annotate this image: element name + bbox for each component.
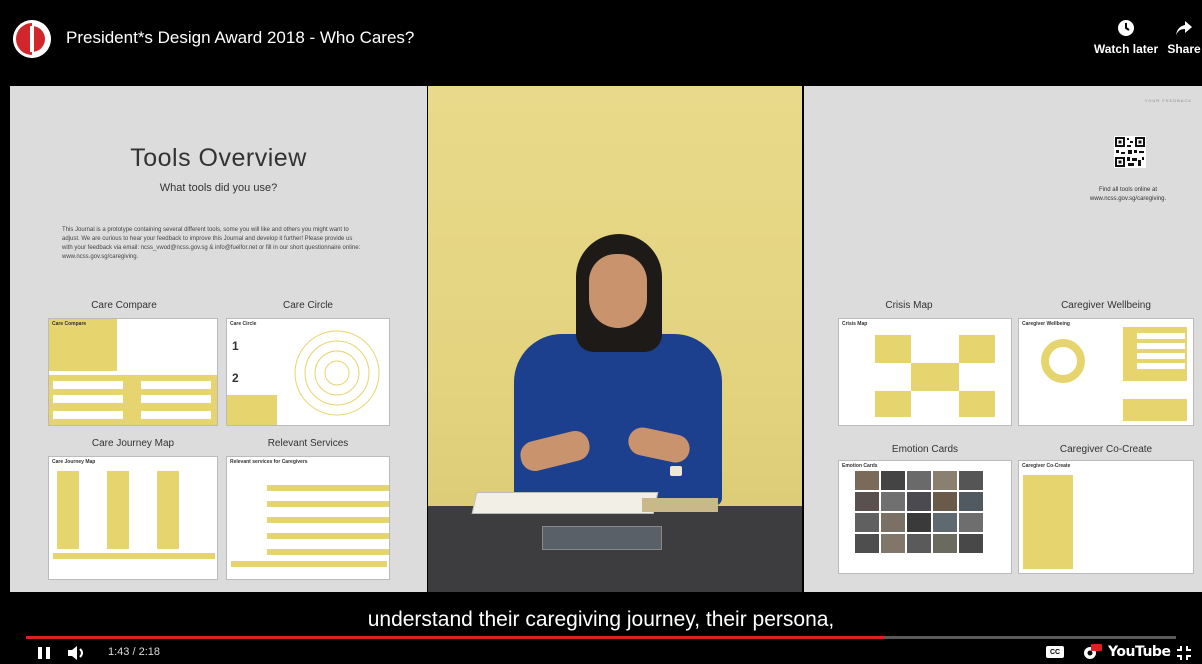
card-title: Caregiver Wellbeing (1022, 321, 1070, 327)
section-label: Care Journey Map (91, 438, 175, 449)
qr-code-icon (1114, 136, 1146, 168)
section-label: Care Compare (91, 300, 157, 311)
progress-bar[interactable] (26, 636, 1176, 639)
presenter-body (514, 334, 722, 506)
care-circle-card: Care Circle 1 2 (226, 318, 390, 426)
wellbeing-ring (1041, 339, 1085, 383)
section-label: Crisis Map (885, 300, 933, 311)
card-title: Care Compare (52, 321, 87, 327)
youtube-logo[interactable]: YouTube (1108, 644, 1171, 660)
presenter-face (589, 254, 647, 328)
caregiver-co-create-card: Caregiver Co-Create (1018, 460, 1194, 574)
section-label: Care Circle (282, 300, 333, 311)
care-journey-map-card: Care Journey Map (48, 456, 218, 580)
tools-right-slide: YOUR FEEDBACK Find all tools online at w… (804, 86, 1202, 592)
caregiver-wellbeing-card: Caregiver Wellbeing (1018, 318, 1194, 426)
video-frame[interactable]: Tools Overview What tools did you use? T… (0, 86, 1202, 592)
time-display: 1:43 / 2:18 (108, 646, 160, 658)
tools-overview-slide: Tools Overview What tools did you use? T… (10, 86, 427, 592)
channel-logo-icon[interactable] (13, 20, 51, 58)
video-title[interactable]: President*s Design Award 2018 - Who Care… (66, 28, 414, 48)
emotion-cards-card: Emotion Cards (838, 460, 1012, 574)
crisis-map-card: Crisis Map (838, 318, 1012, 426)
player-controls: 1:43 / 2:18 CC YouTube (0, 640, 1202, 664)
closed-captions-button[interactable]: CC (1046, 646, 1064, 658)
feedback-tag: YOUR FEEDBACK (1144, 98, 1192, 103)
card-title: Care Journey Map (52, 459, 96, 465)
presenter-video (428, 86, 802, 592)
volume-icon[interactable] (66, 645, 88, 661)
card-title: Crisis Map (842, 321, 868, 327)
section-label: Emotion Cards (891, 444, 959, 455)
share-button[interactable]: Share (1164, 18, 1202, 56)
concentric-circles (294, 330, 380, 416)
section-label: Relevant Services (267, 438, 349, 449)
section-label: Caregiver Wellbeing (1061, 300, 1151, 311)
progress-bar-fill (26, 636, 885, 639)
card-title: Relevant services for Caregivers (230, 459, 308, 465)
watch-later-button[interactable]: Watch later (1090, 18, 1162, 56)
watch-later-label: Watch later (1093, 42, 1159, 56)
top-bar: President*s Design Award 2018 - Who Care… (0, 0, 1202, 86)
card-title: Care Circle (230, 321, 257, 327)
find-tools-text: Find all tools online at www.ncss.gov.sg… (1089, 187, 1167, 202)
pause-icon[interactable] (36, 646, 52, 660)
clock-icon (1118, 20, 1134, 36)
slide-description: This Journal is a prototype containing s… (62, 227, 361, 260)
step-2-marker: 2 (232, 371, 239, 385)
open-journal (471, 492, 659, 514)
card-title: Emotion Cards (842, 463, 878, 469)
fullscreen-exit-icon[interactable] (1176, 645, 1192, 661)
closed-book (542, 526, 662, 550)
wristwatch (670, 466, 682, 476)
subtitle-caption: understand their caregiving journey, the… (367, 608, 835, 631)
step-1-marker: 1 (232, 339, 239, 353)
relevant-services-card: Relevant services for Caregivers (226, 456, 390, 580)
section-label: Caregiver Co-Create (1059, 444, 1153, 455)
care-compare-card: Care Compare (48, 318, 218, 426)
slide-title: Tools Overview (130, 144, 307, 172)
share-arrow-icon (1176, 21, 1192, 35)
share-label: Share (1167, 42, 1201, 56)
slide-subtitle: What tools did you use? (159, 182, 278, 194)
card-title: Caregiver Co-Create (1022, 463, 1071, 469)
settings-hd-icon[interactable] (1080, 643, 1102, 661)
